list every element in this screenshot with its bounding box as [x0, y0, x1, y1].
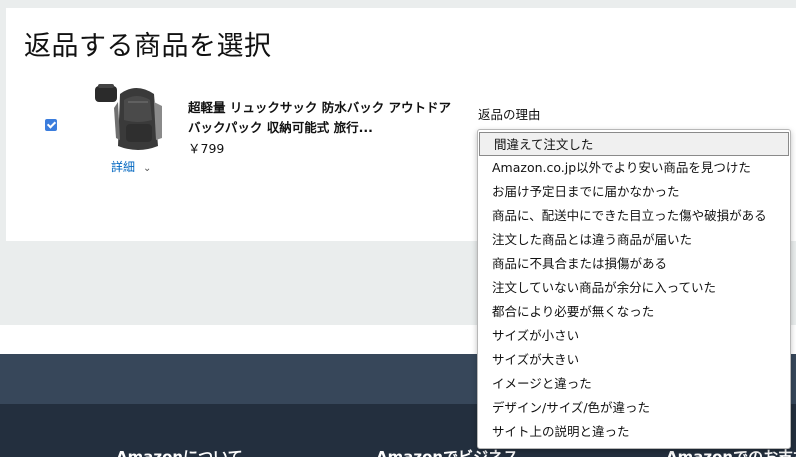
reason-option[interactable]: 注文した商品とは違う商品が届いた — [478, 228, 790, 252]
page-background — [0, 0, 796, 8]
footer-column-heading: Amazonについて — [116, 448, 243, 457]
product-image[interactable] — [92, 80, 172, 158]
reason-option[interactable]: お届け予定日までに届かなかった — [478, 180, 790, 204]
details-label: 詳細 — [111, 160, 136, 174]
details-toggle[interactable]: 詳細 ⌄ — [111, 158, 151, 175]
reason-option[interactable]: 商品に不具合または損傷がある — [478, 252, 790, 276]
reason-option[interactable]: 商品に、配送中にできた目立った傷や破損がある — [478, 204, 790, 228]
chevron-down-icon: ⌄ — [143, 163, 152, 174]
reason-option[interactable]: サイズが大きい — [478, 348, 790, 372]
reason-option[interactable]: Amazon.co.jp以外でより安い商品を見つけた — [478, 156, 790, 180]
reason-option[interactable]: デザイン/サイズ/色が違った — [478, 396, 790, 420]
return-reason-label: 返品の理由 — [478, 107, 541, 122]
reason-option[interactable]: イメージと違った — [478, 372, 790, 396]
item-select-checkbox[interactable] — [45, 119, 57, 131]
reason-option[interactable]: 間違えて注文した — [479, 132, 789, 156]
reason-option[interactable]: サイト上の説明と違った — [478, 420, 790, 444]
product-name[interactable]: 超軽量 リュックサック 防水バック アウトドア バックパック 収納可能式 旅行.… — [188, 98, 458, 138]
reason-option[interactable]: 注文していない商品が余分に入っていた — [478, 276, 790, 300]
page-title: 返品する商品を選択 — [24, 31, 272, 62]
return-reason-dropdown-list[interactable]: 間違えて注文した Amazon.co.jp以外でより安い商品を見つけた お届け予… — [477, 129, 791, 449]
reason-option[interactable]: 都合により必要が無くなった — [478, 300, 790, 324]
reason-option[interactable]: サイズが小さい — [478, 324, 790, 348]
product-price: ￥799 — [188, 141, 225, 156]
